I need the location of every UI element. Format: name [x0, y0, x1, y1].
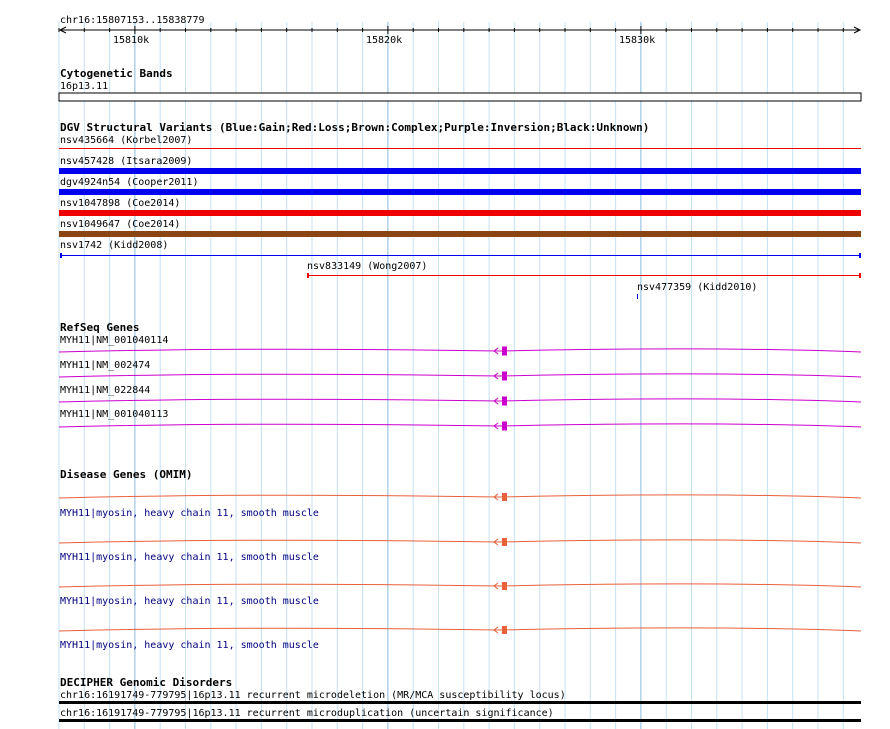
variant-bar[interactable]	[637, 294, 638, 299]
gene-intron-line[interactable]	[58, 373, 862, 378]
gene-exon[interactable]	[502, 421, 507, 431]
decipher-bar[interactable]	[59, 719, 861, 722]
variant-cap	[307, 273, 309, 278]
gene-intron-line[interactable]	[58, 583, 862, 588]
variant-bar[interactable]	[59, 231, 861, 237]
variant-bar[interactable]	[59, 189, 861, 195]
gene-exon[interactable]	[502, 371, 507, 381]
gene-intron-line[interactable]	[58, 627, 862, 632]
decipher-bar[interactable]	[59, 701, 861, 704]
gene-intron-line[interactable]	[58, 423, 862, 428]
variant-bar[interactable]	[307, 275, 861, 276]
gene-exon[interactable]	[502, 346, 507, 356]
variant-cap	[859, 253, 861, 258]
gene-exon[interactable]	[502, 396, 507, 406]
variant-cap	[859, 273, 861, 278]
variant-cap	[60, 253, 62, 258]
variant-bar[interactable]	[60, 255, 861, 256]
variant-bar[interactable]	[59, 168, 861, 174]
gene-exon[interactable]	[502, 626, 507, 634]
gene-exon[interactable]	[502, 582, 507, 590]
feature-tracks	[58, 92, 862, 722]
gene-exon[interactable]	[502, 538, 507, 546]
gene-intron-line[interactable]	[58, 494, 862, 499]
variant-bar[interactable]	[59, 210, 861, 216]
gene-intron-line[interactable]	[58, 348, 862, 353]
gene-intron-line[interactable]	[58, 539, 862, 544]
gene-intron-line[interactable]	[58, 398, 862, 403]
gene-exon[interactable]	[502, 493, 507, 501]
cytoband-bar[interactable]	[58, 92, 862, 102]
variant-bar[interactable]	[59, 148, 861, 149]
